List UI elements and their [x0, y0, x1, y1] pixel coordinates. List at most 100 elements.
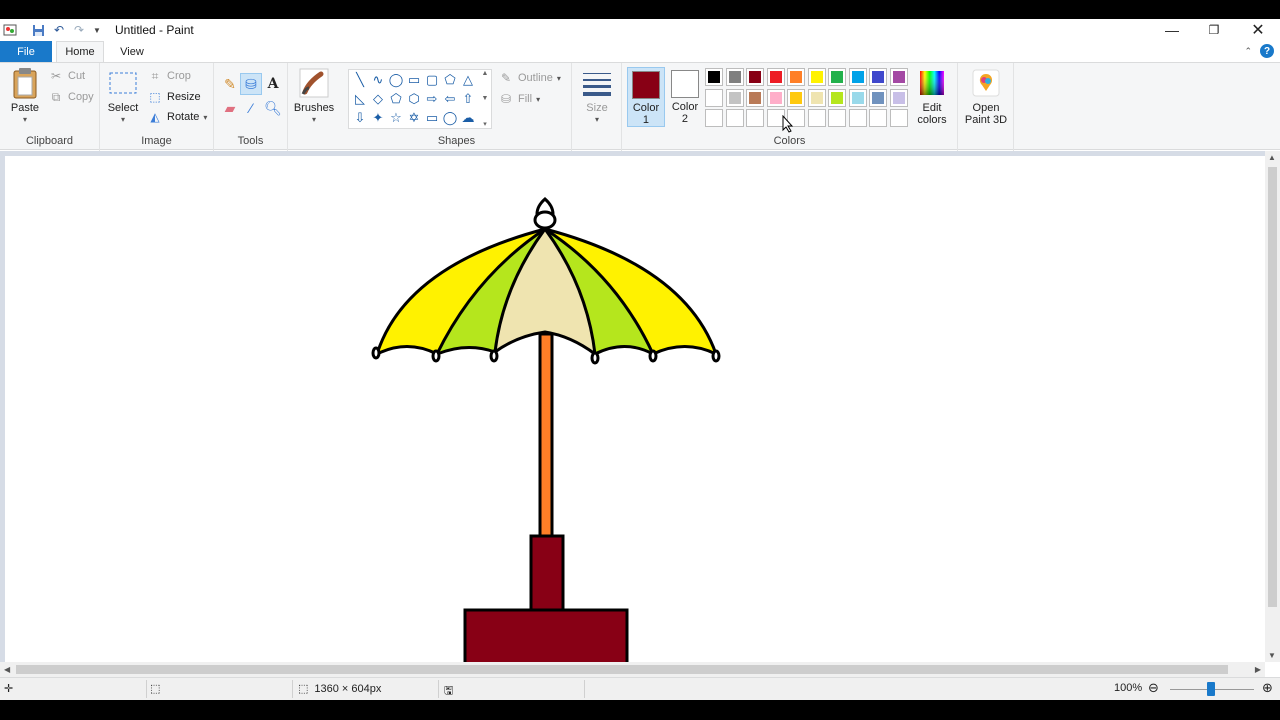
color1-button[interactable]: Color 1 [627, 67, 665, 127]
horizontal-scroll-thumb[interactable] [16, 665, 1228, 674]
crop-button[interactable]: ⌗ Crop [147, 67, 191, 85]
palette-custom-slot[interactable] [807, 109, 826, 127]
magnifier-icon[interactable]: 🔍︎ [262, 97, 284, 119]
palette-swatch[interactable] [889, 68, 908, 86]
cut-button[interactable]: ✂ Cut [48, 67, 85, 85]
palette-swatch[interactable] [848, 88, 867, 107]
up-arrow-shape-icon[interactable]: ⇧ [459, 90, 477, 108]
palette-custom-slot[interactable] [725, 109, 744, 127]
palette-swatch[interactable] [787, 88, 805, 107]
palette-swatch[interactable] [889, 88, 908, 107]
line-shape-icon[interactable]: ╲ [351, 71, 369, 89]
palette-swatch[interactable] [746, 68, 764, 86]
paste-dropdown-icon[interactable]: ▾ [23, 114, 27, 126]
open-paint3d-button[interactable]: Open Paint 3D [961, 67, 1011, 126]
color-picker-icon[interactable]: ⁄ [240, 97, 262, 119]
minimize-button[interactable]: — [1150, 19, 1194, 41]
tab-file[interactable]: File [0, 41, 52, 62]
scroll-down-icon[interactable]: ▼ [1268, 651, 1276, 660]
select-dropdown-icon[interactable]: ▾ [121, 114, 125, 126]
restore-button[interactable]: ❐ [1192, 19, 1236, 41]
tab-home[interactable]: Home [56, 41, 104, 62]
tab-view[interactable]: View [110, 41, 154, 62]
size-button[interactable]: Size ▾ [579, 67, 615, 126]
edit-colors-button[interactable]: Edit colors [912, 67, 952, 126]
palette-swatch[interactable] [725, 88, 744, 107]
fill-bucket-icon[interactable]: ⛁ [240, 73, 262, 95]
palette-swatch[interactable] [705, 88, 723, 107]
diamond-shape-icon[interactable]: ◇ [369, 90, 387, 108]
brushes-dropdown-icon[interactable]: ▾ [312, 114, 316, 126]
select-button[interactable]: Select ▾ [105, 67, 141, 126]
rotate-button[interactable]: ◭ Rotate ▾ [147, 108, 207, 126]
triangle-shape-icon[interactable]: △ [459, 71, 477, 89]
polygon-shape-icon[interactable]: ⬠ [441, 71, 459, 89]
text-icon[interactable]: A [262, 73, 284, 95]
brushes-button[interactable]: Brushes ▾ [294, 67, 334, 126]
hexagon-shape-icon[interactable]: ⬡ [405, 90, 423, 108]
paint-app-icon[interactable] [2, 22, 18, 38]
copy-button[interactable]: ⧉ Copy [48, 88, 94, 106]
shapes-gallery[interactable]: ╲ ∿ ◯ ▭ ▢ ⬠ △ ◺ ◇ ⬠ ⬡ ⇨ ⇦ ⇧ ⇩ ✦ ☆ ✡ ▭ ◯ … [348, 69, 492, 129]
palette-custom-slot[interactable] [869, 109, 887, 127]
rotate-dropdown-icon[interactable]: ▾ [203, 113, 207, 122]
rectangle-shape-icon[interactable]: ▭ [405, 71, 423, 89]
six-point-star-shape-icon[interactable]: ✡ [405, 109, 423, 127]
palette-swatch[interactable] [807, 68, 826, 86]
palette-swatch[interactable] [766, 68, 785, 86]
shapes-scroll[interactable]: ▲ ▼ ▾ [480, 70, 490, 128]
redo-icon[interactable]: ↷ [71, 22, 87, 38]
zoom-out-icon[interactable]: ⊖ [1148, 680, 1159, 696]
palette-custom-slot[interactable] [848, 109, 867, 127]
vertical-scrollbar[interactable]: ▲ ▼ [1265, 151, 1280, 662]
pentagon-shape-icon[interactable]: ⬠ [387, 90, 405, 108]
palette-swatch[interactable] [725, 68, 744, 86]
right-arrow-shape-icon[interactable]: ⇨ [423, 90, 441, 108]
palette-custom-slot[interactable] [746, 109, 764, 127]
zoom-slider-thumb[interactable] [1207, 682, 1215, 696]
scroll-right-icon[interactable]: ▶ [1255, 665, 1261, 674]
palette-swatch[interactable] [787, 68, 805, 86]
eraser-icon[interactable]: ▰ [219, 97, 241, 119]
five-point-star-shape-icon[interactable]: ☆ [387, 109, 405, 127]
resize-button[interactable]: ⬚ Resize [147, 88, 200, 106]
callout-oval-shape-icon[interactable]: ◯ [441, 109, 459, 127]
palette-swatch[interactable] [869, 68, 887, 86]
palette-custom-slot[interactable] [828, 109, 846, 127]
palette-swatch[interactable] [807, 88, 826, 107]
callout-rect-shape-icon[interactable]: ▭ [423, 109, 441, 127]
paste-button[interactable]: Paste ▾ [7, 67, 43, 126]
help-icon[interactable]: ? [1260, 44, 1274, 58]
palette-swatch[interactable] [766, 88, 785, 107]
fill-button[interactable]: ⛁ Fill ▾ [498, 90, 540, 108]
callout-cloud-shape-icon[interactable]: ☁ [459, 109, 477, 127]
down-arrow-shape-icon[interactable]: ⇩ [351, 109, 369, 127]
right-triangle-shape-icon[interactable]: ◺ [351, 90, 369, 108]
customize-dropdown-icon[interactable]: ▼ [89, 22, 105, 38]
palette-custom-slot[interactable] [889, 109, 908, 127]
palette-swatch[interactable] [828, 88, 846, 107]
undo-icon[interactable]: ↶ [51, 22, 67, 38]
rounded-rectangle-shape-icon[interactable]: ▢ [423, 71, 441, 89]
collapse-ribbon-icon[interactable]: ⌃ [1244, 46, 1252, 57]
close-button[interactable]: ✕ [1236, 19, 1280, 41]
palette-swatch[interactable] [828, 68, 846, 86]
save-icon[interactable] [30, 22, 46, 38]
vertical-scroll-thumb[interactable] [1268, 167, 1277, 607]
palette-swatch[interactable] [705, 68, 723, 86]
palette-swatch[interactable] [746, 88, 764, 107]
palette-swatch[interactable] [848, 68, 867, 86]
zoom-in-icon[interactable]: ⊕ [1262, 680, 1273, 696]
four-point-star-shape-icon[interactable]: ✦ [369, 109, 387, 127]
pencil-icon[interactable]: ✎ [219, 73, 241, 95]
curve-shape-icon[interactable]: ∿ [369, 71, 387, 89]
outline-button[interactable]: ✎ Outline ▾ [498, 69, 561, 87]
drawing-canvas[interactable] [5, 156, 1265, 662]
oval-shape-icon[interactable]: ◯ [387, 71, 405, 89]
palette-swatch[interactable] [869, 88, 887, 107]
scroll-up-icon[interactable]: ▲ [1268, 153, 1276, 162]
color2-button[interactable]: Color 2 [666, 67, 704, 127]
left-arrow-shape-icon[interactable]: ⇦ [441, 90, 459, 108]
palette-custom-slot[interactable] [705, 109, 723, 127]
scroll-left-icon[interactable]: ◀ [4, 665, 10, 674]
